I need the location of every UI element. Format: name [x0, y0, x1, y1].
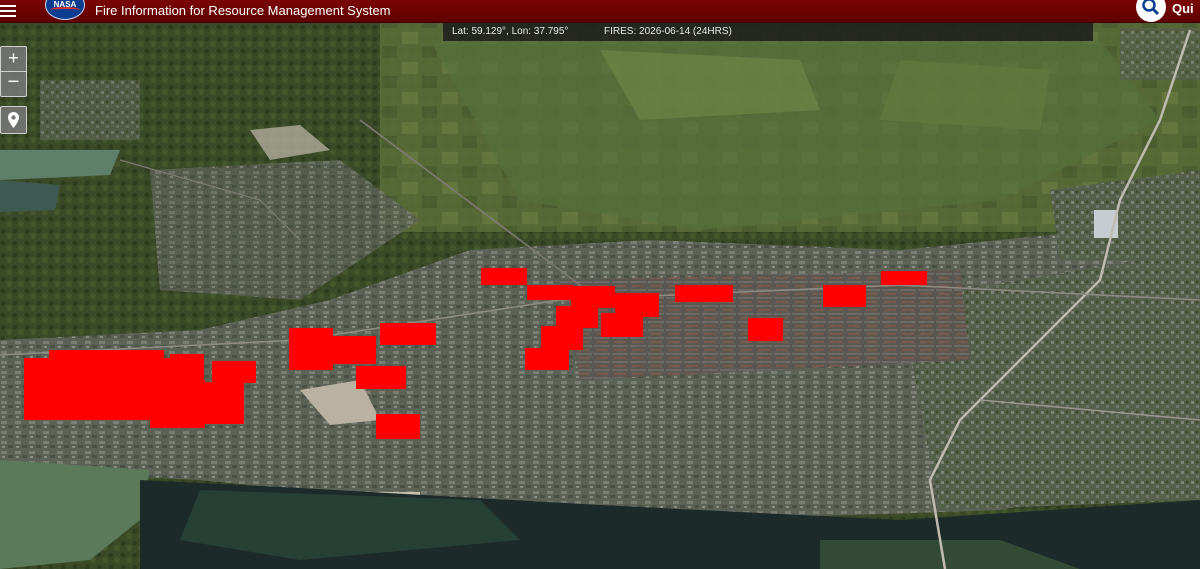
search-icon: [1142, 0, 1160, 16]
zoom-in-button[interactable]: +: [0, 46, 27, 72]
menu-icon: [0, 5, 16, 7]
fire-marker[interactable]: [212, 361, 256, 383]
fire-marker[interactable]: [289, 328, 333, 370]
map-marker-icon: [8, 112, 19, 128]
fire-marker[interactable]: [527, 285, 573, 300]
fire-marker[interactable]: [49, 350, 164, 364]
fire-marker[interactable]: [481, 268, 527, 285]
fire-marker[interactable]: [881, 271, 927, 285]
fire-marker[interactable]: [823, 285, 866, 307]
fire-marker[interactable]: [150, 380, 205, 428]
nasa-logo[interactable]: NASA: [45, 0, 85, 20]
quick-search-button[interactable]: [1136, 0, 1166, 22]
quick-search-label[interactable]: Qui: [1172, 1, 1194, 16]
fire-markers-layer: [0, 0, 1200, 569]
firms-map-page: NASA Fire Information for Resource Manag…: [0, 0, 1200, 569]
map-info-bar: Lat: 59.129°, Lon: 37.795° FIRES: 2026-0…: [443, 23, 1093, 41]
zoom-out-button[interactable]: −: [0, 71, 27, 97]
fire-marker[interactable]: [170, 354, 204, 382]
fire-marker[interactable]: [541, 326, 583, 350]
menu-button[interactable]: [0, 3, 18, 19]
fire-marker[interactable]: [556, 306, 598, 328]
app-header: NASA Fire Information for Resource Manag…: [0, 0, 1200, 23]
fire-marker[interactable]: [202, 382, 244, 424]
fire-marker[interactable]: [571, 286, 615, 308]
locate-button[interactable]: [0, 106, 27, 134]
fire-marker[interactable]: [748, 318, 783, 341]
logo-swoosh: [50, 7, 80, 13]
fire-marker[interactable]: [380, 323, 436, 345]
fire-marker[interactable]: [330, 336, 376, 364]
fires-date-label[interactable]: FIRES: 2026-06-14 (24HRS): [604, 23, 732, 41]
fire-marker[interactable]: [376, 414, 420, 439]
fire-marker[interactable]: [675, 285, 733, 302]
cursor-coordinates: Lat: 59.129°, Lon: 37.795°: [452, 26, 569, 37]
fire-marker[interactable]: [356, 366, 406, 389]
fire-marker[interactable]: [601, 313, 643, 337]
app-title: Fire Information for Resource Management…: [95, 3, 391, 18]
fire-marker[interactable]: [525, 348, 569, 370]
